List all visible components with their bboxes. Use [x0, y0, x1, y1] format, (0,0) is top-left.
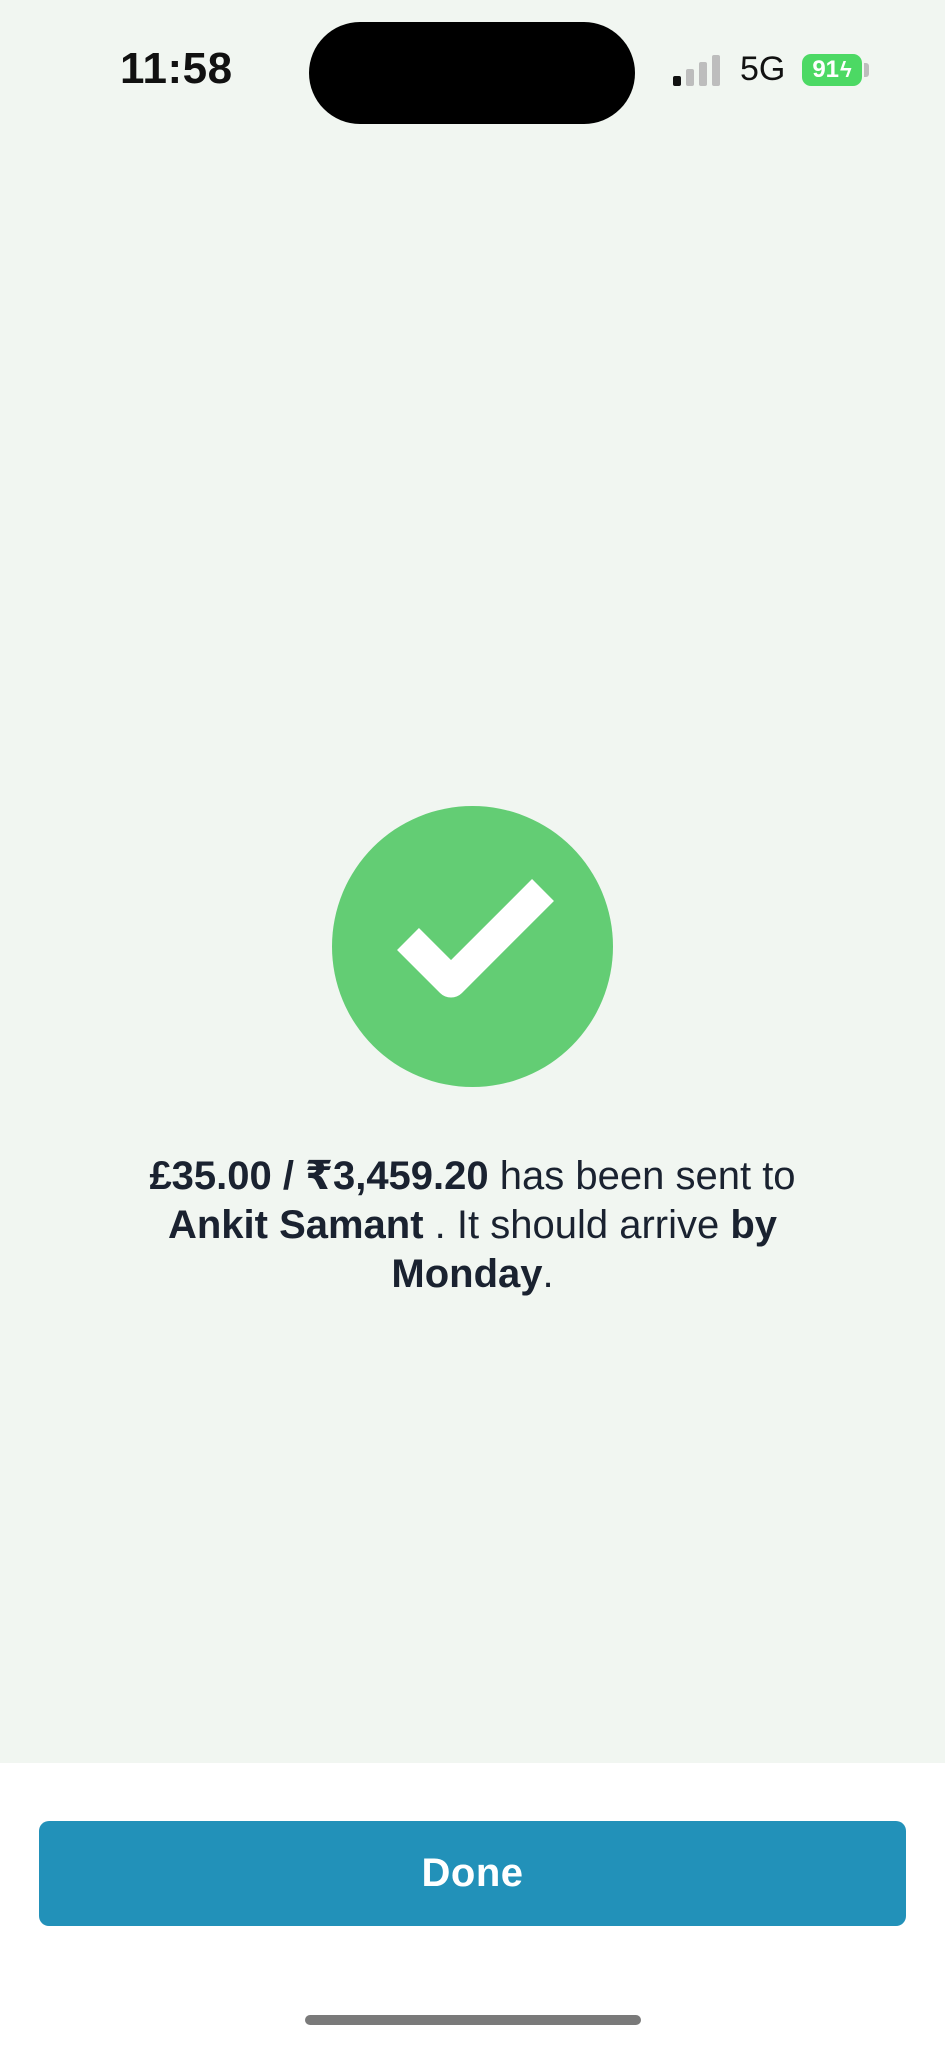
done-button[interactable]: Done — [39, 1821, 906, 1926]
home-indicator[interactable] — [305, 2015, 641, 2025]
status-time: 11:58 — [120, 44, 233, 93]
payment-success-screen: 11:58 5G 91 ϟ £35.00 / ₹3,459.20 has been… — [0, 0, 945, 2048]
network-type: 5G — [740, 50, 786, 88]
transfer-amount: £35.00 / ₹3,459.20 — [149, 1154, 489, 1198]
sent-text: has been sent to — [488, 1154, 796, 1198]
recipient-name: Ankit Samant — [167, 1203, 424, 1247]
message-period: . — [542, 1252, 554, 1296]
cellular-signal-icon — [673, 54, 723, 86]
dynamic-island — [309, 22, 635, 124]
success-message: £35.00 / ₹3,459.20 has been sent to Ankit… — [100, 1152, 845, 1299]
checkmark-icon — [397, 879, 554, 998]
battery-icon: 91 ϟ — [802, 54, 862, 86]
success-check-circle — [332, 806, 613, 1087]
arrival-text: . It should arrive — [423, 1203, 731, 1247]
battery-cap — [864, 63, 869, 77]
battery-level: 91 — [812, 56, 840, 83]
charging-bolt-icon: ϟ — [840, 57, 852, 82]
